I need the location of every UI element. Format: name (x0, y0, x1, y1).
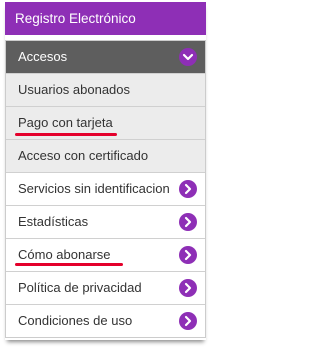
menu-item-label: Cómo abonarse (18, 247, 111, 262)
submenu-item-label: Usuarios abonados (18, 82, 131, 97)
submenu-item-label: Pago con tarjeta (18, 115, 113, 130)
red-underline-annotation (15, 263, 123, 266)
red-underline-annotation (15, 133, 117, 136)
panel-title: Registro Electrónico (5, 2, 206, 35)
chevron-right-icon (179, 180, 197, 198)
menu-item-como-abonarse[interactable]: Cómo abonarse (6, 238, 205, 271)
chevron-right-icon (179, 246, 197, 264)
chevron-right-icon (179, 312, 197, 330)
sidebar-menu: Accesos Usuarios abonados Pago con tarje… (5, 40, 206, 338)
submenu-item-acceso-con-certificado[interactable]: Acceso con certificado (6, 139, 205, 172)
registro-panel: Registro Electrónico Accesos Usuarios ab… (5, 2, 206, 340)
menu-item-label: Servicios sin identificacion (18, 181, 170, 196)
chevron-down-icon (179, 48, 197, 66)
menu-item-label: Condiciones de uso (18, 313, 133, 328)
submenu-item-label: Acceso con certificado (18, 148, 149, 163)
menu-item-politica-de-privacidad[interactable]: Política de privacidad (6, 271, 205, 304)
menu-item-servicios-sin-identificacion[interactable]: Servicios sin identificacion (6, 172, 205, 205)
chevron-right-icon (179, 279, 197, 297)
menu-item-label: Política de privacidad (18, 280, 142, 295)
submenu-item-usuarios-abonados[interactable]: Usuarios abonados (6, 73, 205, 106)
menu-item-estadisticas[interactable]: Estadísticas (6, 205, 205, 238)
accordion-accesos[interactable]: Accesos (6, 41, 205, 73)
menu-item-condiciones-de-uso[interactable]: Condiciones de uso (6, 304, 205, 337)
chevron-right-icon (179, 213, 197, 231)
accordion-label: Accesos (18, 49, 68, 64)
menu-item-label: Estadísticas (18, 214, 89, 229)
submenu-item-pago-con-tarjeta[interactable]: Pago con tarjeta (6, 106, 205, 139)
